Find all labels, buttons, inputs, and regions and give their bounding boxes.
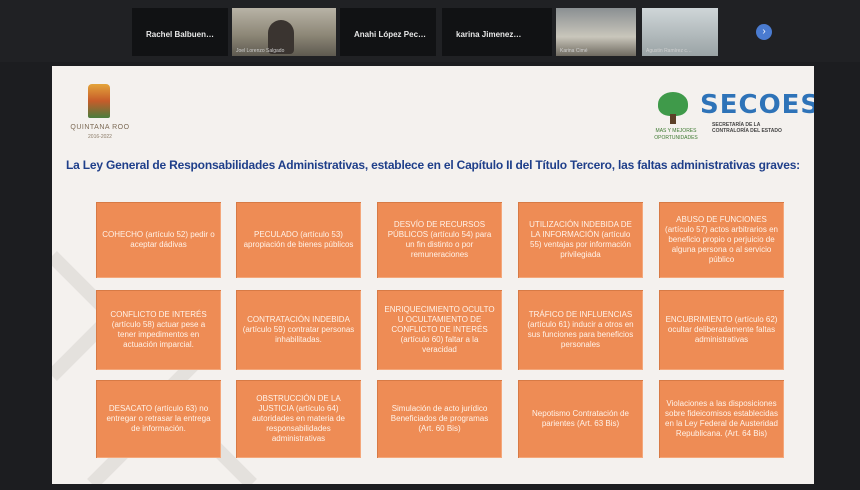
participant-tile[interactable]: karina Jimenez…: [442, 8, 552, 56]
participant-name: karina Jimenez…: [456, 30, 522, 39]
brand-subtitle: CONTRALORÍA DEL ESTADO: [712, 128, 782, 134]
quintana-roo-logo: QUINTANA ROO 2016-2022: [60, 82, 150, 150]
participant-caption: Agustin Ramírez c…: [646, 48, 692, 54]
state-seal-icon: [88, 84, 110, 118]
fault-box: ENCUBRIMIENTO (artículo 62) ocultar deli…: [659, 290, 784, 370]
slide-heading: La Ley General de Responsabilidades Admi…: [66, 158, 800, 172]
fault-box: PECULADO (artículo 53) apropiación de bi…: [236, 202, 361, 278]
fault-box: CONTRATACIÓN INDEBIDA (artículo 59) cont…: [236, 290, 361, 370]
fault-box: UTILIZACIÓN INDEBIDA DE LA INFORMACIÓN (…: [518, 202, 643, 278]
faults-grid: COHECHO (artículo 52) pedir o aceptar dá…: [96, 202, 784, 462]
tree-trunk: [670, 114, 676, 124]
logo-subtext: OPORTUNIDADES: [654, 135, 698, 141]
logo-subtext: MAS Y MEJORES: [655, 128, 697, 134]
fault-box: CONFLICTO DE INTERÉS (artículo 58) actua…: [96, 290, 221, 370]
fault-box: Simulación de acto jurídico Beneficiados…: [377, 380, 502, 458]
participant-strip: Rachel Balbuen… Joel Lorenzo Salgado Ana…: [0, 0, 860, 62]
fault-box: Violaciones a las disposiciones sobre fi…: [659, 380, 784, 458]
participant-tile[interactable]: Anahi López Pec…: [340, 8, 436, 56]
presentation-slide: QUINTANA ROO 2016-2022 MAS Y MEJORES OPO…: [52, 66, 814, 484]
fault-box: ABUSO DE FUNCIONES (artículo 57) actos a…: [659, 202, 784, 278]
fault-box: Nepotismo Contratación de parientes (Art…: [518, 380, 643, 458]
participant-tile[interactable]: Rachel Balbuen…: [132, 8, 228, 56]
logo-text: QUINTANA ROO: [70, 124, 130, 131]
participant-caption: Karina Cimé: [560, 48, 588, 54]
participant-video-tile[interactable]: Agustin Ramírez c…: [642, 8, 718, 56]
secoes-logo: MAS Y MEJORES OPORTUNIDADES SECOES SECRE…: [654, 88, 814, 144]
fault-box: DESACATO (artículo 63) no entregar o ret…: [96, 380, 221, 458]
tree-icon: [658, 92, 688, 116]
participant-video-tile[interactable]: Karina Cimé: [556, 8, 636, 56]
chevron-right-icon[interactable]: ›: [756, 24, 772, 40]
fault-box: TRÁFICO DE INFLUENCIAS (artículo 61) ind…: [518, 290, 643, 370]
participant-caption: Joel Lorenzo Salgado: [236, 48, 285, 54]
participant-name: Rachel Balbuen…: [146, 30, 215, 39]
fault-box: OBSTRUCCIÓN DE LA JUSTICIA (artículo 64)…: [236, 380, 361, 458]
participant-name: Anahi López Pec…: [354, 30, 427, 39]
fault-box: DESVÍO DE RECURSOS PÚBLICOS (artículo 54…: [377, 202, 502, 278]
fault-box: COHECHO (artículo 52) pedir o aceptar dá…: [96, 202, 221, 278]
fault-box: ENRIQUECIMIENTO OCULTO U OCULTAMIENTO DE…: [377, 290, 502, 370]
participant-video-tile[interactable]: Joel Lorenzo Salgado: [232, 8, 336, 56]
brand-name: SECOES: [700, 90, 814, 120]
logo-years: 2016-2022: [88, 134, 112, 140]
